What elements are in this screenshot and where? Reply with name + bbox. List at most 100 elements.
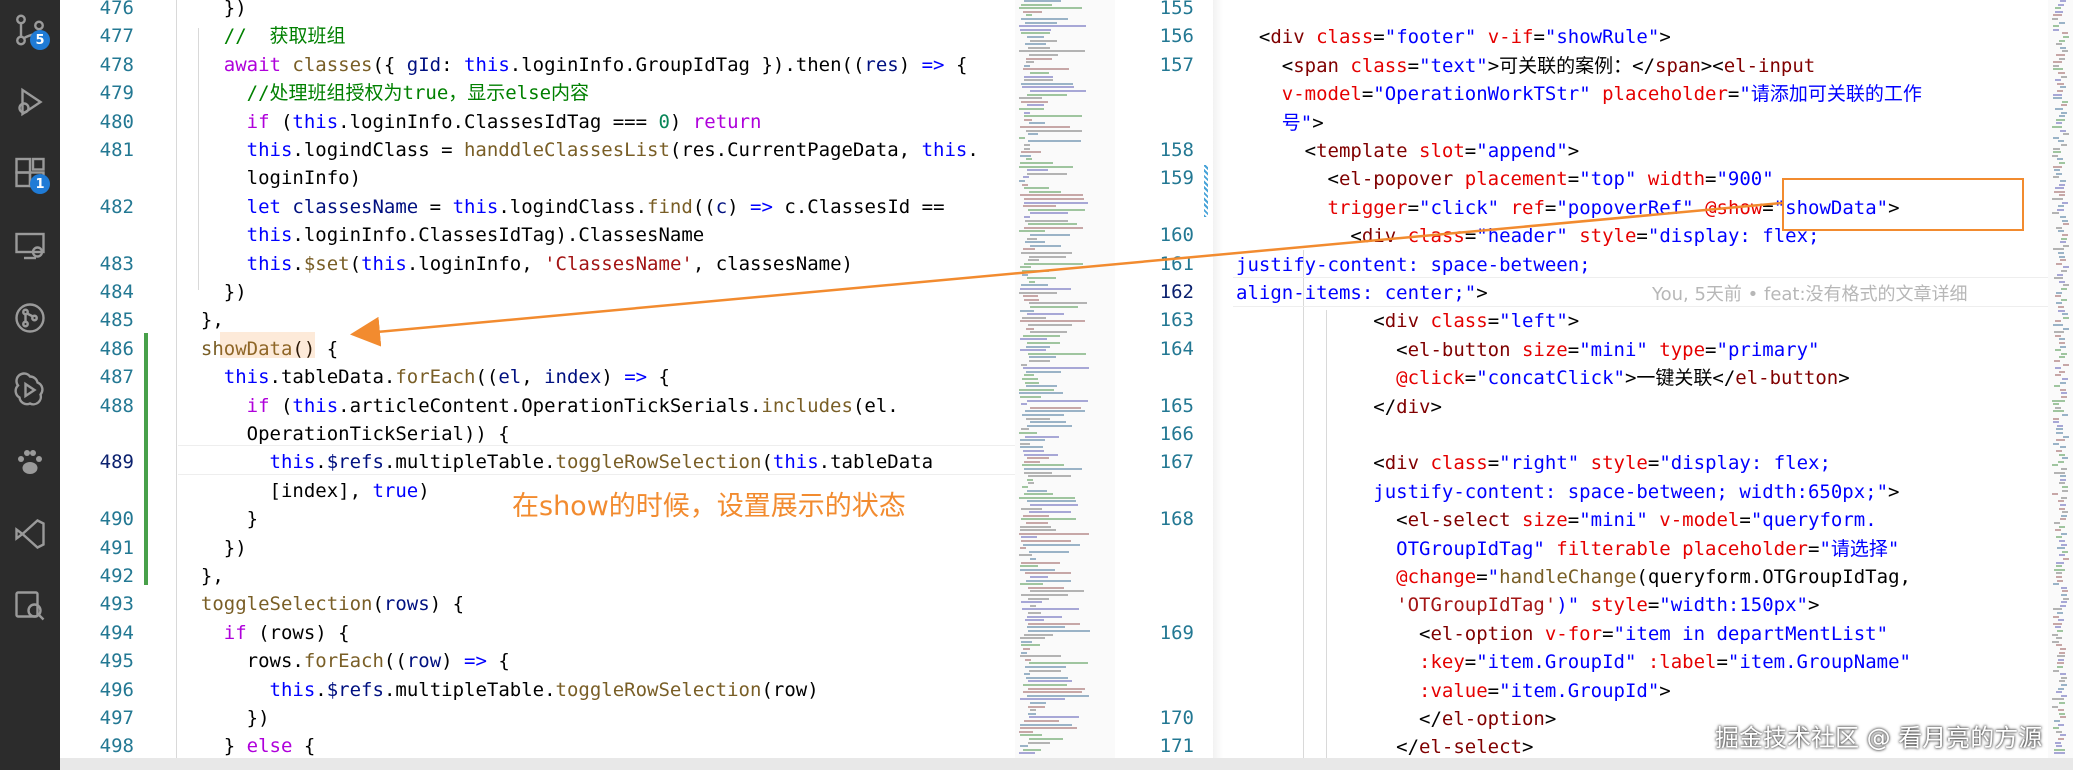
code-token: . — [315, 678, 327, 701]
right-minimap[interactable] — [2048, 0, 2073, 758]
minimap-line — [2059, 540, 2065, 542]
minimap-line — [1025, 619, 1044, 622]
code-line[interactable]: </div> — [1236, 393, 1442, 421]
line-number: 493 — [99, 593, 134, 616]
code-line[interactable]: @change="handleChange(queryform.OTGroupI… — [1236, 563, 1911, 591]
code-area[interactable]: }) // 获取班组 await classes({ gId: this.log… — [178, 0, 1058, 758]
code-area[interactable]: <div class="footer" v-if="showRule"> <sp… — [1236, 0, 2066, 758]
code-token: await — [178, 53, 293, 76]
code-line[interactable]: if (this.loginInfo.ClassesIdTag === 0) r… — [178, 108, 762, 136]
code-line[interactable]: <template slot="append"> — [1236, 137, 1580, 165]
code-line[interactable]: 号"> — [1236, 109, 1324, 137]
minimap-line — [2059, 525, 2065, 528]
minimap-line — [1020, 723, 1072, 726]
remote-explorer-icon[interactable] — [8, 224, 52, 268]
code-line[interactable]: this.tableData.forEach((el, index) => { — [178, 363, 670, 391]
code-line[interactable]: <div class="right" style="display: flex; — [1236, 449, 1831, 477]
minimap-line — [2052, 633, 2058, 636]
code-line[interactable]: <span class="text">可关联的案例：</span><el-inp… — [1236, 52, 1815, 80]
minimap-line — [1021, 594, 1068, 596]
minimap-line — [2061, 496, 2067, 499]
minimap-line — [1020, 126, 1070, 128]
minimap-line — [1027, 237, 1037, 240]
code-line[interactable]: :value="item.GroupId"> — [1236, 677, 1671, 705]
openai-icon[interactable] — [8, 368, 52, 412]
left-minimap[interactable] — [1015, 0, 1115, 758]
paw-icon[interactable] — [8, 440, 52, 484]
minimap-line — [1021, 363, 1027, 366]
minimap-line — [1030, 604, 1036, 607]
minimap-line — [2053, 622, 2062, 625]
code-line[interactable]: <div class="header" style="display: flex… — [1236, 222, 1819, 250]
right-editor-pane[interactable]: 155 156 157 158 159 160 161 162 163 164 165 166 167 1… — [1118, 0, 2073, 758]
code-line[interactable]: if (rows) { — [178, 619, 350, 647]
code-line[interactable]: }) — [178, 704, 270, 732]
code-line[interactable]: this.$set(this.loginInfo, 'ClassesName',… — [178, 250, 853, 278]
minimap-line — [1019, 532, 1089, 535]
minimap-line — [1019, 180, 1025, 182]
code-line[interactable]: align-items: center;"> — [1236, 279, 1488, 307]
code-line[interactable]: }) — [178, 0, 247, 22]
code-line[interactable]: :key="item.GroupId" :label="item.GroupNa… — [1236, 648, 1911, 676]
code-line[interactable]: justify-content: space-between; — [1236, 251, 1591, 279]
code-token: div — [1361, 225, 1397, 248]
source-control-icon[interactable]: 5 — [8, 8, 52, 52]
git-graph-icon[interactable] — [8, 296, 52, 340]
code-line[interactable]: this.logindClass = handdleClassesList(re… — [178, 136, 979, 164]
code-line[interactable]: OTGroupIdTag" filterable placeholder="请选… — [1236, 535, 1899, 563]
minimap-line — [1021, 403, 1027, 406]
search-settings-icon[interactable] — [8, 584, 52, 628]
code-line[interactable]: this.loginInfo.ClassesIdTag).ClassesName — [178, 221, 705, 249]
code-line[interactable]: toggleSelection(rows) { — [178, 590, 464, 618]
code-line[interactable]: }) — [178, 278, 247, 306]
code-line[interactable]: justify-content: space-between; width:65… — [1236, 478, 1899, 506]
code-line[interactable]: <div class="footer" v-if="showRule"> — [1236, 23, 1671, 51]
code-line[interactable]: <div class="left"> — [1236, 307, 1579, 335]
code-token: OperationTickSerial)) { — [178, 423, 510, 445]
code-line[interactable]: this.$refs.multipleTable.toggleRowSelect… — [178, 676, 819, 704]
minimap-line — [2062, 414, 2068, 416]
code-line[interactable]: <el-select size="mini" v-model="queryfor… — [1236, 506, 1877, 534]
code-token: width — [1636, 168, 1706, 191]
code-line[interactable]: v-model="OperationWorkTStr" placeholder=… — [1236, 80, 1922, 108]
minimap-line — [1025, 381, 1039, 384]
code-line[interactable]: }, — [178, 306, 224, 334]
code-line[interactable]: if (this.articleContent.OperationTickSer… — [178, 392, 899, 420]
code-token: this — [921, 139, 968, 161]
run-debug-icon[interactable] — [8, 80, 52, 124]
code-line[interactable]: [index], true) — [178, 477, 430, 505]
code-line[interactable]: let classesName = this.logindClass.find(… — [178, 193, 945, 221]
code-line[interactable]: await classes({ gId: this.loginInfo.Grou… — [178, 51, 968, 79]
code-line[interactable]: } — [178, 505, 258, 533]
code-line[interactable]: 'OTGroupIdTag')" style="width:150px"> — [1236, 591, 1819, 619]
left-editor-pane[interactable]: 476 477 478 479 480 481 482 483 484 485 486 487 488 4… — [60, 0, 1060, 758]
code-line[interactable]: } else { — [178, 732, 316, 758]
minimap-line — [2058, 658, 2064, 661]
minimap-line — [2058, 709, 2064, 712]
minimap-line — [2063, 435, 2069, 438]
code-line[interactable]: loginInfo) — [178, 164, 361, 192]
minimap-line — [1028, 687, 1085, 690]
code-line[interactable]: // 获取班组 — [178, 22, 346, 50]
code-line[interactable]: }, — [178, 562, 224, 590]
code-token: = — [1361, 83, 1374, 106]
code-line[interactable]: <el-option v-for="item in departMentList… — [1236, 620, 1888, 648]
minimap-line — [1028, 630, 1090, 632]
minimap-line — [1019, 432, 1037, 434]
code-line[interactable]: <el-popover placement="top" width="900" — [1236, 165, 1774, 193]
horizontal-scrollbar[interactable] — [60, 758, 2073, 770]
code-line[interactable]: }) — [178, 534, 247, 562]
code-token: , — [521, 366, 545, 389]
line-number: 495 — [99, 650, 134, 673]
visual-studio-icon[interactable] — [8, 512, 52, 556]
remote-explorer-icon-glyph — [15, 232, 45, 260]
code-line[interactable]: rows.forEach((row) => { — [178, 647, 510, 675]
code-line[interactable]: @click="concatClick">一键关联</el-button> — [1236, 364, 1850, 392]
code-line[interactable]: OperationTickSerial)) { — [178, 420, 510, 448]
code-line[interactable]: //处理班组授权为true，显示else内容 — [178, 79, 589, 107]
extensions-icon[interactable]: 1 — [8, 152, 52, 196]
code-line[interactable]: </el-option> — [1236, 705, 1556, 733]
code-line[interactable]: </el-select> — [1236, 733, 1533, 758]
code-token: class — [1419, 452, 1488, 475]
code-line[interactable]: <el-button size="mini" type="primary" — [1236, 336, 1819, 364]
